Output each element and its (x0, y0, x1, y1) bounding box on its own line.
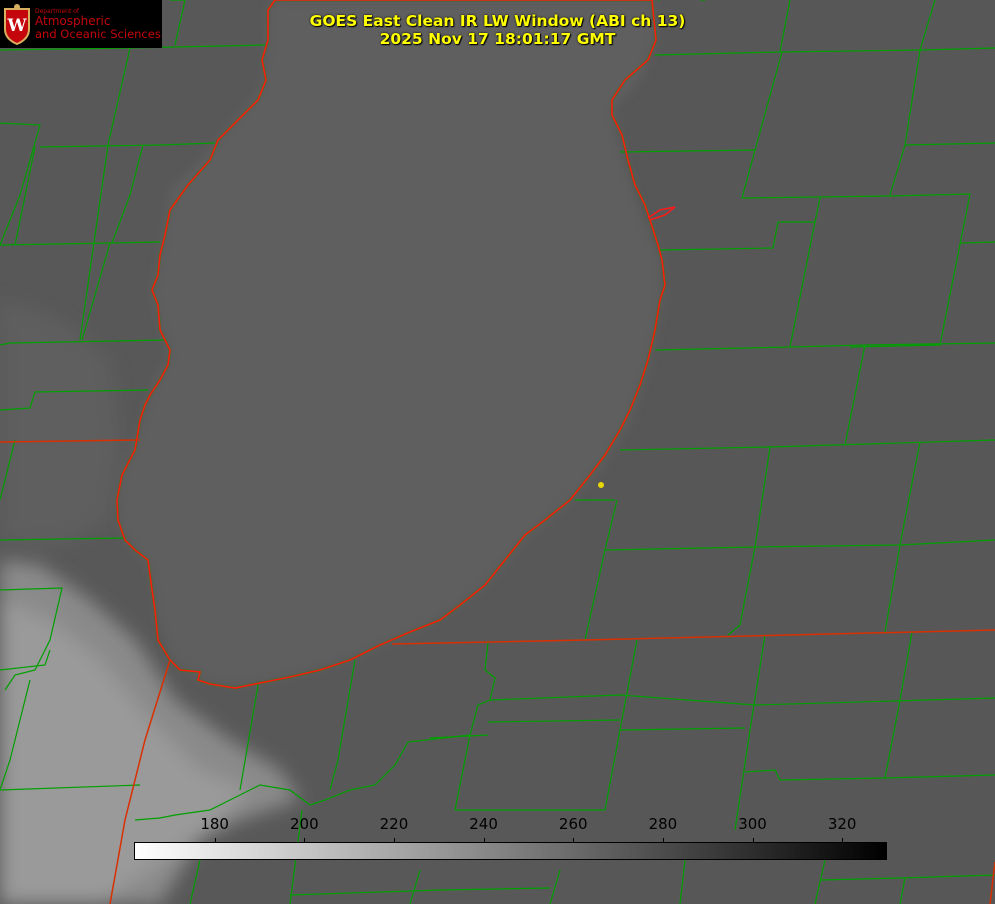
colorbar-tick-label: 200 (289, 815, 319, 833)
station-dot (598, 482, 604, 488)
ir-land-east (580, 0, 995, 904)
colorbar-tick (842, 838, 844, 842)
satellite-map (0, 0, 995, 904)
colorbar-tick (304, 838, 306, 842)
colorbar-tick (662, 838, 664, 842)
title-product: GOES East Clean IR LW Window (ABI ch 13) (309, 12, 686, 30)
colorbar-tick (214, 838, 216, 842)
satellite-image-viewer: W Department of Atmospheric and Oceanic … (0, 0, 995, 904)
image-title: GOES East Clean IR LW Window (ABI ch 13)… (0, 12, 995, 48)
colorbar-tick-label: 300 (738, 815, 767, 833)
colorbar-tick-label: 260 (558, 815, 588, 833)
colorbar-tick (483, 838, 485, 842)
colorbar (134, 838, 887, 860)
colorbar-tick-label: 240 (469, 815, 498, 833)
colorbar-tick-label: 320 (827, 815, 857, 833)
colorbar-tick (573, 838, 575, 842)
colorbar-gradient (134, 842, 887, 860)
colorbar-tick-label: 280 (648, 815, 678, 833)
colorbar-tick-label: 220 (379, 815, 409, 833)
title-timestamp: 2025 Nov 17 18:01:17 GMT (379, 30, 616, 48)
colorbar-tick (752, 838, 754, 842)
colorbar-tick-label: 180 (200, 815, 229, 833)
colorbar-tick (393, 838, 395, 842)
